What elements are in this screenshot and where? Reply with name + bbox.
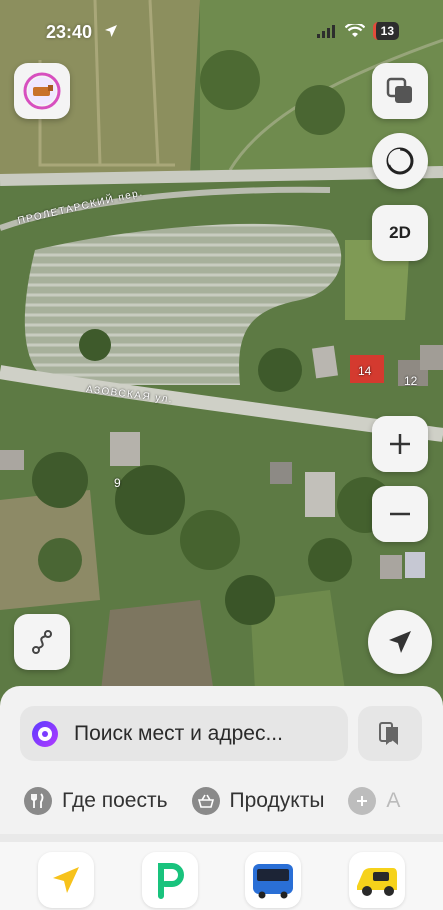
- category-more[interactable]: А: [348, 787, 400, 815]
- category-label: Продукты: [229, 789, 325, 812]
- category-chips: Где поесть Продукты А: [24, 786, 443, 816]
- bottom-sheet: Поиск мест и адрес... Где поесть Продукт…: [0, 686, 443, 910]
- bus-icon: [253, 864, 293, 899]
- navigation-arrow-icon: [389, 631, 411, 653]
- avatar-icon: [23, 72, 61, 110]
- parking-icon: [158, 863, 184, 899]
- profile-button[interactable]: [14, 63, 70, 119]
- category-label: Где поесть: [62, 789, 168, 812]
- cellular-signal-icon: [316, 25, 335, 38]
- navigator-app-button[interactable]: [38, 852, 94, 908]
- route-button[interactable]: [14, 614, 70, 670]
- navigator-icon: [53, 867, 79, 893]
- category-food[interactable]: Где поесть: [24, 787, 168, 815]
- plus-icon: [348, 787, 377, 815]
- alice-icon: [32, 720, 58, 747]
- services-bar: [0, 842, 443, 910]
- layers-button[interactable]: [372, 63, 428, 119]
- parking-app-button[interactable]: [142, 852, 198, 908]
- basket-icon: [191, 787, 220, 815]
- wifi-icon: [344, 24, 365, 37]
- alice-button[interactable]: [372, 133, 428, 189]
- my-location-button[interactable]: [368, 610, 432, 674]
- house-number: 12: [404, 374, 418, 388]
- category-label: А: [386, 789, 401, 812]
- view-mode-label: 2D: [389, 223, 411, 242]
- view-mode-button[interactable]: 2D: [372, 205, 428, 261]
- battery-indicator: 13: [372, 22, 399, 40]
- divider: [0, 834, 443, 842]
- status-time: 23:40: [46, 22, 93, 42]
- status-indicators: 13: [316, 22, 399, 40]
- taxi-icon: [357, 868, 397, 896]
- transport-app-button[interactable]: [245, 852, 301, 908]
- search-bar[interactable]: Поиск мест и адрес...: [20, 706, 348, 761]
- layers-icon: [386, 77, 412, 103]
- bookmark-icon: [379, 721, 398, 745]
- plus-icon: [390, 434, 410, 454]
- minus-icon: [390, 512, 410, 516]
- zoom-in-button[interactable]: [372, 416, 428, 472]
- house-number: 9: [114, 476, 121, 490]
- fork-knife-icon: [24, 787, 52, 815]
- alice-icon: [386, 147, 414, 175]
- taxi-app-button[interactable]: [349, 852, 405, 908]
- location-arrow-icon: [105, 25, 117, 37]
- search-input[interactable]: Поиск мест и адрес...: [74, 722, 324, 746]
- category-groceries[interactable]: Продукты: [191, 787, 325, 815]
- house-number: 14: [358, 364, 372, 378]
- bookmarks-button[interactable]: [358, 706, 422, 761]
- route-icon: [32, 630, 52, 654]
- zoom-out-button[interactable]: [372, 486, 428, 542]
